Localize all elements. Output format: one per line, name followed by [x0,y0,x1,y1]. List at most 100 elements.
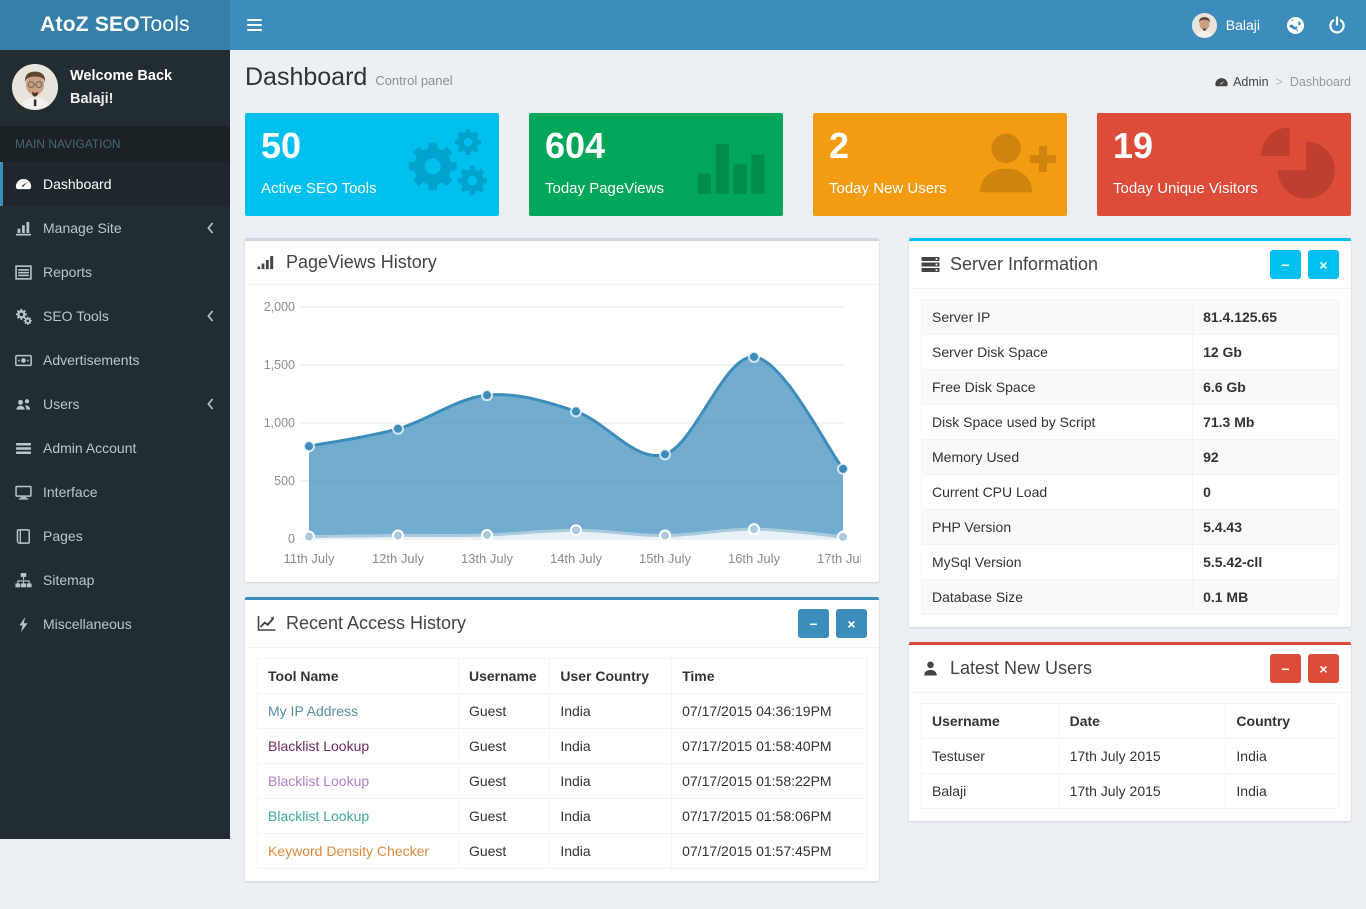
table-row: Blacklist LookupGuestIndia07/17/2015 01:… [258,764,867,799]
collapse-button[interactable]: − [798,609,829,638]
breadcrumb-home-link[interactable]: Admin [1215,75,1268,89]
server-info-row: Database Size0.1 MB [922,580,1339,615]
server-info-row: Free Disk Space6.6 Gb [922,370,1339,405]
user-menu[interactable]: Balaji [1178,0,1274,50]
country-cell: India [1226,774,1339,809]
info-box-row: 50Active SEO Tools604Today PageViews2Tod… [245,113,1351,216]
latest-users-table: UsernameDateCountryTestuser17th July 201… [921,703,1339,809]
avatar [12,64,58,110]
server-info-value: 71.3 Mb [1193,405,1339,440]
server-info-label: Database Size [922,580,1193,615]
avatar [1192,13,1217,38]
sidebar-item-miscellaneous[interactable]: Miscellaneous [0,602,230,646]
dashboard-icon [1215,77,1228,87]
sidebar-item-sitemap[interactable]: Sitemap [0,558,230,602]
column-header-country: Country [1226,704,1339,739]
pageviews-chart: 05001,0001,5002,00011th July12th July13t… [251,293,861,575]
sidebar-item-interface[interactable]: Interface [0,470,230,514]
info-box-today-unique-visitors: 19Today Unique Visitors [1097,113,1351,216]
bar-chart-icon [687,125,773,201]
country-cell: India [550,729,672,764]
box-title: Recent Access History [286,613,466,634]
line-chart-icon [257,615,276,632]
server-info-label: Memory Used [922,440,1193,475]
svg-text:14th July: 14th July [550,551,603,566]
svg-text:13th July: 13th July [461,551,514,566]
sidebar-item-admin-account[interactable]: Admin Account [0,426,230,470]
main-content: DashboardControl panel Admin > Dashboard… [230,50,1366,909]
tool-link[interactable]: Blacklist Lookup [268,808,369,824]
tool-link[interactable]: Keyword Density Checker [268,843,429,859]
username-cell: Guest [458,694,549,729]
sidebar-item-manage-site[interactable]: Manage Site [0,206,230,250]
info-box-today-pageviews: 604Today PageViews [529,113,783,216]
user-icon [921,660,940,677]
topbar-right: Balaji [1178,0,1366,50]
sidebar-item-label: Pages [43,528,83,544]
user-plus-icon [971,125,1057,201]
sidebar-item-pages[interactable]: Pages [0,514,230,558]
table-row: Blacklist LookupGuestIndia07/17/2015 01:… [258,799,867,834]
sitemap-icon [15,572,32,589]
logout-power-button[interactable] [1316,0,1358,50]
collapse-button[interactable]: − [1270,250,1301,279]
server-info-value: 92 [1193,440,1339,475]
sidebar-item-label: Manage Site [43,220,122,236]
latest-new-users-box: Latest New Users − × UsernameDateCountry… [909,642,1351,821]
box-title: Server Information [950,254,1098,275]
app-logo-bold: AtoZ SEO [40,13,140,37]
close-button[interactable]: × [836,609,867,638]
gears-icon [15,308,32,325]
chevron-left-icon [206,222,215,234]
breadcrumb-separator: > [1276,75,1283,89]
column-header-username: Username [922,704,1060,739]
sidebar-item-reports[interactable]: Reports [0,250,230,294]
pageviews-history-box: PageViews History 05001,0001,5002,00011t… [245,238,879,582]
language-globe-button[interactable] [1274,0,1316,50]
tool-link[interactable]: Blacklist Lookup [268,773,369,789]
close-button[interactable]: × [1308,654,1339,683]
content-header: DashboardControl panel Admin > Dashboard [245,63,1351,109]
time-cell: 07/17/2015 04:36:19PM [672,694,867,729]
column-header-username: Username [458,659,549,694]
nav-section-label: MAIN NAVIGATION [0,126,230,162]
country-cell: India [1226,739,1339,774]
breadcrumb-current: Dashboard [1290,75,1351,89]
chevron-left-icon [206,398,215,410]
svg-text:1,000: 1,000 [264,416,295,430]
server-info-label: Free Disk Space [922,370,1193,405]
server-info-value: 0 [1193,475,1339,510]
sidebar-item-users[interactable]: Users [0,382,230,426]
sidebar: AtoZ SEOTools Welcome Back Balaji! MAIN … [0,0,230,839]
svg-text:0: 0 [288,532,295,546]
server-info-label: PHP Version [922,510,1193,545]
topbar-username: Balaji [1226,17,1260,33]
recent-access-table: Tool NameUsernameUser CountryTimeMy IP A… [257,658,867,869]
avatar-image [12,64,58,110]
server-info-value: 5.5.42-cll [1193,545,1339,580]
sidebar-toggle-button[interactable] [230,0,278,50]
close-button[interactable]: × [1308,250,1339,279]
sidebar-item-advertisements[interactable]: Advertisements [0,338,230,382]
tool-link[interactable]: Blacklist Lookup [268,738,369,754]
page-title: Dashboard [245,63,367,91]
collapse-button[interactable]: − [1270,654,1301,683]
server-info-label: Server IP [922,300,1193,335]
app-logo[interactable]: AtoZ SEOTools [0,0,230,50]
column-header-time: Time [672,659,867,694]
svg-text:11th July: 11th July [283,551,335,566]
info-box-today-new-users: 2Today New Users [813,113,1067,216]
sidebar-item-dashboard[interactable]: Dashboard [0,162,230,206]
sidebar-item-seo-tools[interactable]: SEO Tools [0,294,230,338]
column-header-tool-name: Tool Name [258,659,459,694]
time-cell: 07/17/2015 01:58:40PM [672,729,867,764]
sidebar-item-label: Admin Account [43,440,136,456]
server-info-label: Current CPU Load [922,475,1193,510]
server-icon [921,256,940,273]
globe-icon [1286,16,1305,35]
username-cell: Guest [458,729,549,764]
sidebar-item-label: Advertisements [43,352,139,368]
tool-link[interactable]: My IP Address [268,703,358,719]
topbar: Balaji [230,0,1366,50]
username-cell: Guest [458,764,549,799]
